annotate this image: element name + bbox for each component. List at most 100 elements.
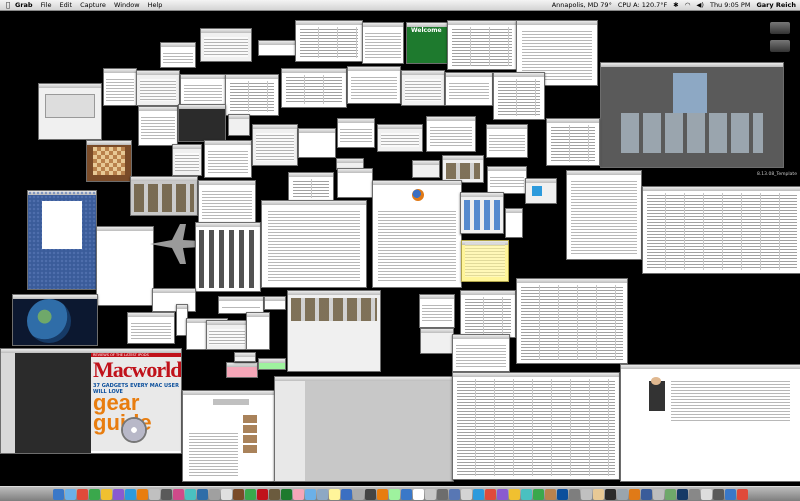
dock-app-icon[interactable] <box>280 488 292 500</box>
dock-app-icon[interactable] <box>508 488 520 500</box>
dock-app-icon[interactable] <box>304 488 316 500</box>
window-thumbnail[interactable] <box>487 166 527 194</box>
dock-app-icon[interactable] <box>700 488 712 500</box>
dock-app-icon[interactable] <box>136 488 148 500</box>
window-thumbnail[interactable] <box>172 144 202 176</box>
desktop-file-label[interactable]: 8.13.08_Template <box>757 172 797 177</box>
window-thumbnail[interactable] <box>195 222 261 292</box>
hard-drive-icon[interactable] <box>770 40 790 52</box>
sticky-note[interactable] <box>461 240 509 282</box>
spreadsheet-window[interactable] <box>295 20 363 62</box>
window-thumbnail[interactable] <box>264 296 286 310</box>
window-thumbnail[interactable] <box>505 208 523 238</box>
window-thumbnail[interactable] <box>546 118 600 166</box>
dock-app-icon[interactable] <box>112 488 124 500</box>
window-thumbnail[interactable] <box>234 352 256 362</box>
dock-app-icon[interactable] <box>184 488 196 500</box>
dock-app-icon[interactable] <box>220 488 232 500</box>
dock-app-icon[interactable] <box>676 488 688 500</box>
dock-app-icon[interactable] <box>472 488 484 500</box>
window-thumbnail[interactable] <box>412 160 440 178</box>
window-thumbnail[interactable] <box>486 124 528 158</box>
dock-app-icon[interactable] <box>616 488 628 500</box>
window-thumbnail[interactable] <box>525 178 557 204</box>
dock-app-icon[interactable] <box>88 488 100 500</box>
dock-app-icon[interactable] <box>544 488 556 500</box>
dock-app-icon[interactable] <box>460 488 472 500</box>
dock-app-icon[interactable] <box>292 488 304 500</box>
dock-app-icon[interactable] <box>340 488 352 500</box>
window-thumbnail[interactable] <box>298 128 336 158</box>
window-thumbnail[interactable] <box>178 104 226 142</box>
window-thumbnail[interactable] <box>258 40 296 56</box>
iphoto-window[interactable] <box>600 62 784 168</box>
menu-file[interactable]: File <box>41 0 52 10</box>
clock[interactable]: Thu 9:05 PM <box>710 0 750 10</box>
window-thumbnail[interactable] <box>426 116 476 152</box>
dock-app-icon[interactable] <box>148 488 160 500</box>
window-thumbnail[interactable] <box>96 226 154 306</box>
window-thumbnail[interactable] <box>377 124 423 152</box>
dock-app-icon[interactable] <box>268 488 280 500</box>
window-thumbnail[interactable] <box>288 172 334 202</box>
menu-help[interactable]: Help <box>148 0 163 10</box>
dock-app-icon[interactable] <box>244 488 256 500</box>
dock-app-icon[interactable] <box>424 488 436 500</box>
dock-app-icon[interactable] <box>400 488 412 500</box>
dock-app-icon[interactable] <box>100 488 112 500</box>
dock-app-icon[interactable] <box>316 488 328 500</box>
weather-location[interactable]: Annapolis, MD 79° <box>552 0 612 10</box>
window-thumbnail[interactable] <box>419 294 455 328</box>
dock-app-icon[interactable] <box>556 488 568 500</box>
dock-app-icon[interactable] <box>568 488 580 500</box>
macworld-window[interactable]: REVIEWS OF THE LATEST IPODS Macworld 37 … <box>0 348 182 454</box>
photo-window[interactable] <box>287 290 381 372</box>
window-thumbnail[interactable] <box>337 118 375 148</box>
window-thumbnail[interactable] <box>362 22 404 64</box>
window-thumbnail[interactable] <box>228 114 250 136</box>
large-spreadsheet-window[interactable] <box>452 372 620 480</box>
window-thumbnail[interactable] <box>200 28 252 62</box>
window-thumbnail[interactable] <box>442 155 484 183</box>
window-thumbnail[interactable] <box>252 124 298 166</box>
user-menu[interactable]: Gary Reich <box>756 0 796 10</box>
window-thumbnail[interactable] <box>38 83 102 140</box>
dock-app-icon[interactable] <box>640 488 652 500</box>
dock-app-icon[interactable] <box>436 488 448 500</box>
volume-icon[interactable]: ◀) <box>696 0 704 10</box>
window-thumbnail[interactable] <box>460 290 516 338</box>
window-thumbnail[interactable] <box>206 320 248 350</box>
system-preferences-window[interactable] <box>460 192 504 234</box>
menu-window[interactable]: Window <box>114 0 140 10</box>
welcome-window[interactable]: Welcome <box>406 22 448 64</box>
wifi-icon[interactable]: ◠ <box>685 0 691 10</box>
window-thumbnail[interactable] <box>493 72 545 120</box>
window-thumbnail[interactable] <box>152 288 196 312</box>
dock-app-icon[interactable] <box>520 488 532 500</box>
dock-app-icon[interactable] <box>208 488 220 500</box>
window-thumbnail[interactable] <box>204 140 252 178</box>
dock-app-icon[interactable] <box>172 488 184 500</box>
dock-app-icon[interactable] <box>364 488 376 500</box>
window-thumbnail[interactable] <box>180 74 226 106</box>
dock-app-icon[interactable] <box>604 488 616 500</box>
dock-app-icon[interactable] <box>628 488 640 500</box>
document-window[interactable] <box>261 200 367 288</box>
dock-app-icon[interactable] <box>736 488 748 500</box>
firefox-window[interactable] <box>372 180 462 288</box>
dock-app-icon[interactable] <box>232 488 244 500</box>
window-thumbnail[interactable] <box>401 70 445 106</box>
apple-menu-icon[interactable]:  <box>3 0 13 10</box>
finder-window[interactable] <box>274 376 454 482</box>
window-thumbnail[interactable] <box>347 66 401 104</box>
google-earth-window[interactable] <box>12 294 98 346</box>
dock-app-icon[interactable] <box>580 488 592 500</box>
dock-app-icon[interactable] <box>64 488 76 500</box>
dock-app-icon[interactable] <box>352 488 364 500</box>
dock-app-icon[interactable] <box>328 488 340 500</box>
bluetooth-icon[interactable]: ✱ <box>673 0 678 10</box>
file-list-window[interactable] <box>447 20 517 70</box>
window-thumbnail[interactable] <box>246 312 270 350</box>
dock-app-icon[interactable] <box>664 488 676 500</box>
app-menu[interactable]: Grab <box>15 0 33 10</box>
